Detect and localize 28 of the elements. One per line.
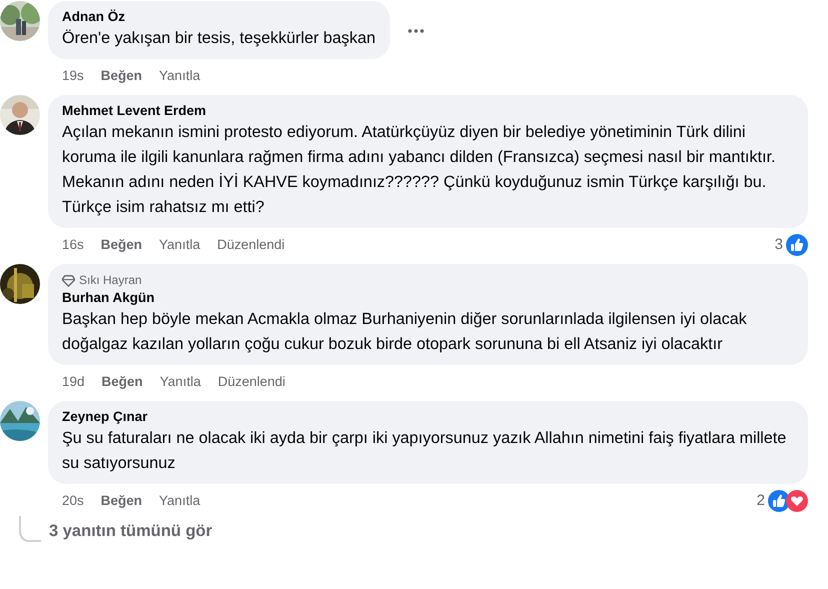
timestamp[interactable]: 19s xyxy=(62,66,84,86)
edited-label: Düzenlendi xyxy=(217,236,285,254)
reply-link[interactable]: Yanıtla xyxy=(160,372,201,392)
like-link[interactable]: Beğen xyxy=(102,372,143,392)
author-name[interactable]: Zeynep Çınar xyxy=(62,408,794,426)
timestamp[interactable]: 20s xyxy=(62,490,84,512)
reaction-count[interactable]: 3 xyxy=(774,234,783,256)
like-link[interactable]: Beğen xyxy=(100,490,142,512)
comment-text: Ören'e yakışan bir tesis, teşekkürler başkan xyxy=(62,28,376,49)
thread-line xyxy=(19,516,41,542)
view-replies-link[interactable]: 3 yanıtın tümünü gör xyxy=(49,520,212,542)
diamond-icon xyxy=(62,274,75,286)
reaction-count[interactable]: 2 xyxy=(756,490,765,512)
comment-text: Açılan mekanın ismini protesto ediyorum. Atatürkçüyüz diyen bir belediye yönetiminin Türk dilini koruma ile ilgili kanunlara rağmen firma adını yabancı dilden (Fransızca) seçmesi nasıl bir mantıktır. Mekanın adını neden İYİ KAHVE koymadınız?????? Çünkü koyduğunuz ismin Türkçe karşılığı bu. Türkçe isim rahatsız mı etti? xyxy=(62,122,776,218)
comment-text: Şu su faturaları ne olacak iki ayda bir çarpı iki yapıyorsunuz yazık Allahın nimetini faiş fiyatlara millete su satıyorsunuz xyxy=(62,428,788,474)
timestamp[interactable]: 16s xyxy=(62,234,84,256)
reply-link[interactable]: Yanıtla xyxy=(159,234,200,256)
author-name[interactable]: Adnan Öz xyxy=(62,8,376,26)
comment-text: Başkan hep böyle mekan Acmakla olmaz Burhaniyenin diğer sorunlarınlada ilgilensen iyi olacak doğalgaz kazılan yolların çoğu cukur bozuk birde otopark sorununa bi ell Atsaniz iyi olacaktır xyxy=(62,309,748,355)
like-link[interactable]: Beğen xyxy=(100,234,142,256)
timestamp[interactable]: 19d xyxy=(62,372,85,392)
edited-label: Düzenlendi xyxy=(218,372,286,391)
reply-link[interactable]: Yanıtla xyxy=(159,66,200,86)
reply-link[interactable]: Yanıtla xyxy=(159,490,200,512)
like-link[interactable]: Beğen xyxy=(100,66,142,86)
author-name[interactable]: Burhan Akgün xyxy=(62,289,794,307)
badge-label: Sıkı Hayran xyxy=(79,272,142,289)
author-name[interactable]: Mehmet Levent Erdem xyxy=(62,102,794,120)
